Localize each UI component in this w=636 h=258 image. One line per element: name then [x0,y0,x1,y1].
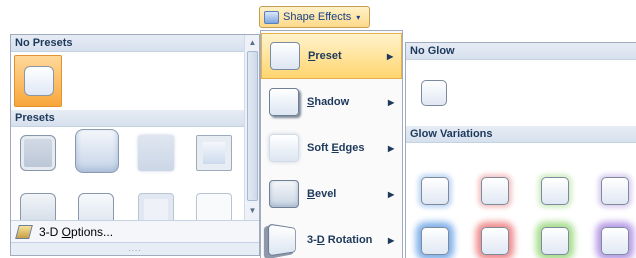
shape-effects-ui: Shape Effects ▾ No Presets Presets ▲ ▼ 3… [0,0,636,258]
menu-item-preset[interactable]: Preset ▶ [261,33,402,79]
menu-item-3d-rotation[interactable]: 3-D Rotation ▶ [261,217,402,258]
menu-item-soft-edges[interactable]: Soft Edges ▶ [261,125,402,171]
3d-rotation-icon [267,223,296,257]
chevron-down-icon: ▾ [356,12,361,22]
menu-item-bevel[interactable]: Bevel ▶ [261,171,402,217]
glow-variations-header: Glow Variations [406,126,636,143]
glow-red-large[interactable] [481,227,509,255]
no-glow-option[interactable] [421,80,447,106]
gallery-scrollbar[interactable]: ▲ ▼ [244,35,259,220]
preset-thumbnail-2[interactable] [73,127,119,173]
shape-effects-label: Shape Effects [283,11,352,23]
glow-blue-large[interactable] [421,227,449,255]
no-presets-row [11,52,259,110]
preset-thumbnail-4[interactable] [191,131,237,175]
glow-green-small[interactable] [541,177,569,205]
3d-options-label: 3-D Options... [39,224,114,239]
no-preset-thumbnail[interactable] [14,55,62,107]
no-glow-row [406,60,636,126]
shape-effects-button[interactable]: Shape Effects ▾ [259,6,370,28]
chevron-right-icon: ▶ [388,143,395,153]
no-glow-header: No Glow [406,43,636,60]
shape-effects-menu: Preset ▶ Shadow ▶ Soft Edges ▶ Bevel ▶ 3… [260,30,403,258]
preset-gallery: No Presets Presets ▲ ▼ 3-D Options... ..… [10,34,260,256]
shape-effects-icon [264,10,279,24]
3d-options-icon [15,224,33,239]
glow-purple-large[interactable] [601,227,629,255]
presets-grid [11,127,259,225]
preset-thumbnail-1[interactable] [15,131,61,175]
menu-item-shadow[interactable]: Shadow ▶ [261,79,402,125]
no-preset-shape [24,66,54,96]
preset-thumbnail-3[interactable] [133,131,179,175]
shadow-icon [269,88,299,116]
glow-red-small[interactable] [481,177,509,205]
scroll-up-icon[interactable]: ▲ [245,35,260,50]
presets-header: Presets [11,110,244,127]
bevel-icon [269,180,299,208]
preset-icon [270,42,300,70]
glow-green-large[interactable] [541,227,569,255]
chevron-right-icon: ▶ [388,189,395,199]
chevron-right-icon: ▶ [387,51,394,61]
soft-edges-icon [269,134,299,162]
glow-panel: No Glow Glow Variations [405,42,636,258]
chevron-right-icon: ▶ [388,235,395,245]
chevron-right-icon: ▶ [388,97,395,107]
scroll-down-icon[interactable]: ▼ [245,203,260,218]
resize-grip[interactable]: .... [11,242,259,255]
no-presets-header: No Presets [11,35,244,52]
glow-blue-small[interactable] [421,177,449,205]
scroll-thumb[interactable] [247,51,258,201]
3d-options-button[interactable]: 3-D Options... [11,220,259,242]
glow-purple-small[interactable] [601,177,629,205]
